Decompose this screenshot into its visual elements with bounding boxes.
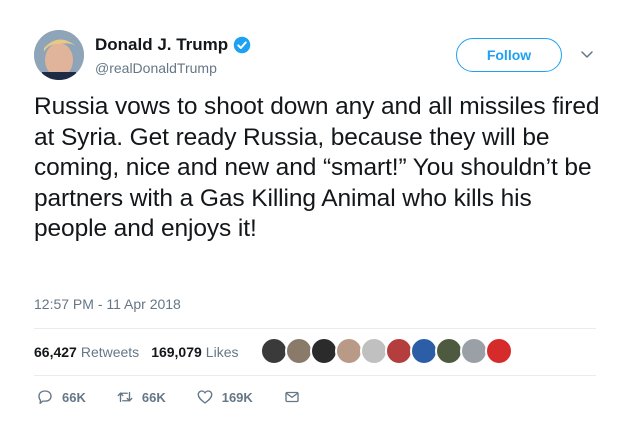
avatar[interactable] (34, 30, 84, 80)
liker-avatar[interactable] (360, 337, 388, 365)
liker-avatars (260, 337, 513, 365)
retweets-label: Retweets (80, 344, 140, 360)
divider (34, 375, 596, 376)
author-handle[interactable]: @realDonaldTrump (95, 60, 217, 76)
retweet-icon (117, 391, 133, 403)
heart-icon (197, 390, 213, 404)
liker-avatar[interactable] (385, 337, 413, 365)
direct-message-button[interactable] (283, 388, 301, 406)
liker-avatar[interactable] (460, 337, 488, 365)
liker-avatar[interactable] (435, 337, 463, 365)
liker-avatar[interactable] (285, 337, 313, 365)
author-display-name[interactable]: Donald J. Trump (95, 35, 228, 55)
tweet-text: Russia vows to shoot down any and all mi… (34, 93, 600, 242)
chevron-down-icon[interactable] (580, 47, 594, 61)
reply-button[interactable]: 66K (36, 388, 86, 406)
retweets-count: 66,427 (34, 344, 77, 360)
liker-avatar[interactable] (410, 337, 438, 365)
tweet-card: Donald J. Trump @realDonaldTrump Follow … (0, 0, 630, 433)
tweet-stats: 66,427 Retweets 169,079 Likes (34, 344, 250, 360)
divider (34, 328, 596, 329)
tweet-actions: 66K 66K 169K (36, 388, 331, 406)
liker-avatar[interactable] (485, 337, 513, 365)
author-name-row: Donald J. Trump (95, 35, 251, 55)
liker-avatar[interactable] (335, 337, 363, 365)
reply-icon (38, 390, 52, 405)
like-count: 169K (221, 389, 253, 405)
retweets-stat[interactable]: 66,427 Retweets (34, 344, 139, 360)
verified-badge-icon (233, 36, 251, 54)
tweet-timestamp[interactable]: 12:57 PM - 11 Apr 2018 (34, 296, 181, 312)
retweet-count: 66K (141, 389, 166, 405)
liker-avatar[interactable] (310, 337, 338, 365)
envelope-icon (285, 391, 299, 403)
likes-stat[interactable]: 169,079 Likes (151, 344, 238, 360)
retweet-button[interactable]: 66K (116, 388, 166, 406)
follow-button[interactable]: Follow (456, 38, 562, 72)
likes-label: Likes (205, 344, 239, 360)
likes-count: 169,079 (151, 344, 202, 360)
like-button[interactable]: 169K (196, 388, 253, 406)
liker-avatar[interactable] (260, 337, 288, 365)
reply-count: 66K (62, 389, 86, 405)
